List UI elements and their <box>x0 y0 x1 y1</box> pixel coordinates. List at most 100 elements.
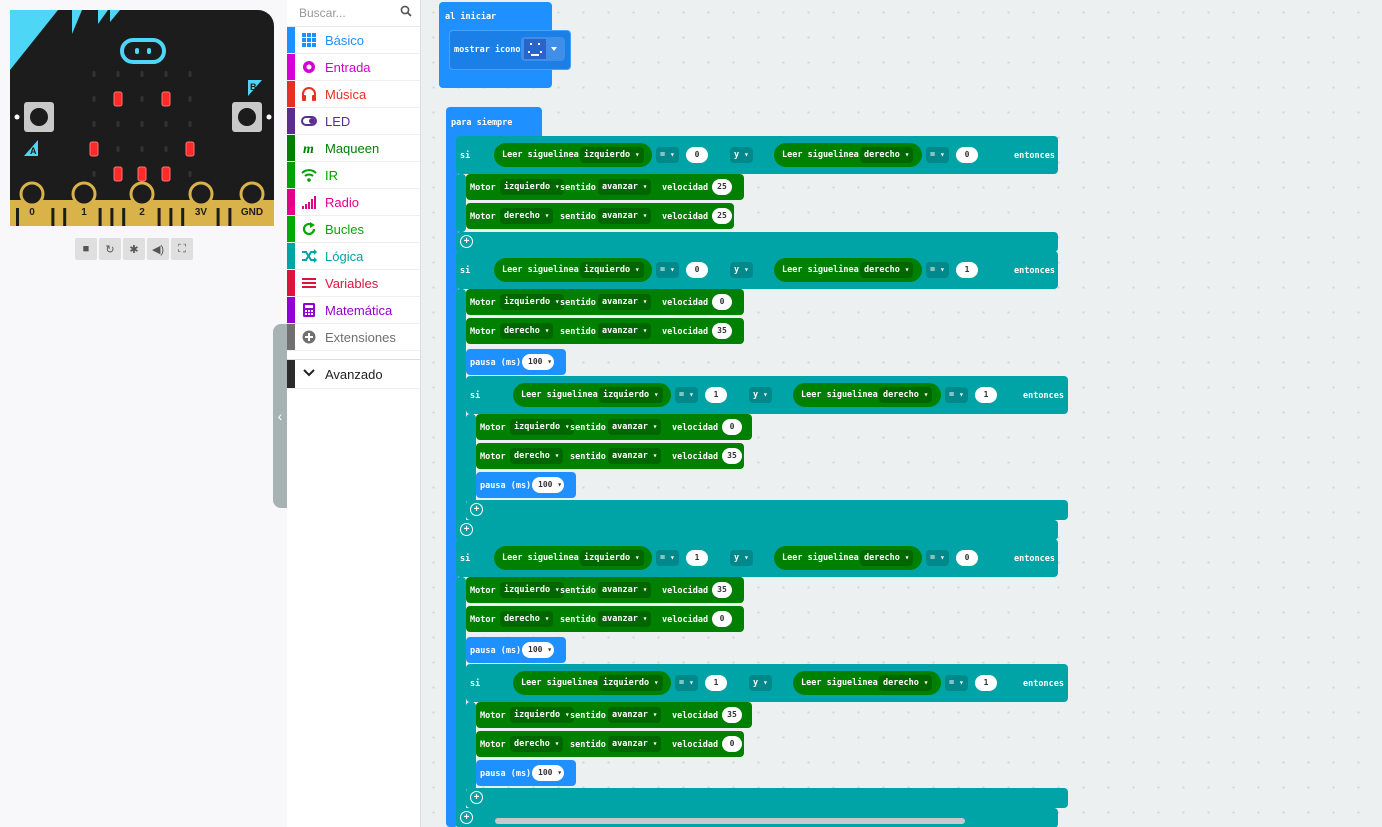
direction-dropdown[interactable]: avanzar <box>608 707 662 723</box>
sensor-side-dropdown[interactable]: izquierdo <box>580 262 644 278</box>
category-basico[interactable]: Básico <box>287 27 420 54</box>
search-input[interactable] <box>297 0 401 26</box>
add-else-icon[interactable]: + <box>470 503 483 516</box>
number-input[interactable]: 0 <box>956 147 978 163</box>
add-else-icon[interactable]: + <box>460 235 473 248</box>
sensor-side-dropdown[interactable]: derecho <box>879 387 933 403</box>
category-ir[interactable]: IR <box>287 162 420 189</box>
motor-side-dropdown[interactable]: izquierdo <box>500 294 564 310</box>
category-extensiones[interactable]: Extensiones <box>287 324 420 351</box>
icon-picker-dropdown[interactable] <box>521 37 565 61</box>
sound-icon[interactable]: ◀) <box>147 238 169 260</box>
motor-side-dropdown[interactable]: derecho <box>510 736 564 752</box>
number-input[interactable]: 0 <box>686 262 708 278</box>
and-or-dropdown[interactable]: y <box>749 387 772 403</box>
pin-2-hole[interactable] <box>129 181 155 207</box>
motor-side-dropdown[interactable]: izquierdo <box>510 419 574 435</box>
number-input[interactable]: 0 <box>722 419 742 435</box>
category-logica[interactable]: Lógica <box>287 243 420 270</box>
operator-dropdown[interactable]: = <box>656 550 679 566</box>
number-input[interactable]: 1 <box>686 550 708 566</box>
operator-dropdown[interactable]: = <box>656 262 679 278</box>
number-input[interactable]: 35 <box>722 707 742 723</box>
direction-dropdown[interactable]: avanzar <box>598 208 652 224</box>
number-input[interactable]: 25 <box>712 208 732 224</box>
number-input[interactable]: 35 <box>712 582 732 598</box>
number-input[interactable]: 100 ▾ <box>522 642 554 658</box>
restart-icon[interactable]: ↻ <box>99 238 121 260</box>
category-advanced[interactable]: Avanzado <box>287 359 420 389</box>
blocks-workspace[interactable]: al iniciar mostrar icono para siempre si Lee… <box>421 0 1382 827</box>
sensor-side-dropdown[interactable]: derecho <box>860 550 914 566</box>
and-or-dropdown[interactable]: y <box>730 550 753 566</box>
number-input[interactable]: 1 <box>975 675 997 691</box>
number-input[interactable]: 0 <box>956 550 978 566</box>
sensor-side-dropdown[interactable]: derecho <box>879 675 933 691</box>
operator-dropdown[interactable]: = <box>945 387 968 403</box>
motor-side-dropdown[interactable]: izquierdo <box>500 179 564 195</box>
and-or-dropdown[interactable]: y <box>730 147 753 163</box>
stop-icon[interactable]: ■ <box>75 238 97 260</box>
horizontal-scrollbar[interactable] <box>495 818 965 824</box>
category-musica[interactable]: Música <box>287 81 420 108</box>
category-entrada[interactable]: Entrada <box>287 54 420 81</box>
pin-0-hole[interactable] <box>19 181 45 207</box>
motor-side-dropdown[interactable]: derecho <box>500 611 554 627</box>
microbit-board[interactable]: A B 0 1 2 3V GND <box>10 10 274 226</box>
sensor-side-dropdown[interactable]: derecho <box>860 147 914 163</box>
sensor-side-dropdown[interactable]: derecho <box>860 262 914 278</box>
operator-dropdown[interactable]: = <box>926 262 949 278</box>
category-maqueen[interactable]: m Maqueen <box>287 135 420 162</box>
number-input[interactable]: 1 <box>975 387 997 403</box>
direction-dropdown[interactable]: avanzar <box>598 323 652 339</box>
fullscreen-icon[interactable]: ⛶ <box>171 238 193 260</box>
number-input[interactable]: 100 ▾ <box>532 477 564 493</box>
motor-side-dropdown[interactable]: derecho <box>500 208 554 224</box>
motor-side-dropdown[interactable]: derecho <box>510 448 564 464</box>
number-input[interactable]: 0 <box>722 736 742 752</box>
pin-4-hole[interactable] <box>239 181 265 207</box>
pin-3-hole[interactable] <box>188 181 214 207</box>
collapse-simulator-button[interactable]: ‹ <box>273 324 287 508</box>
and-or-dropdown[interactable]: y <box>730 262 753 278</box>
operator-dropdown[interactable]: = <box>926 147 949 163</box>
number-input[interactable]: 0 <box>712 611 732 627</box>
number-input[interactable]: 1 <box>705 387 727 403</box>
operator-dropdown[interactable]: = <box>926 550 949 566</box>
search-icon[interactable] <box>400 5 412 17</box>
category-matematica[interactable]: Matemática <box>287 297 420 324</box>
direction-dropdown[interactable]: avanzar <box>608 448 662 464</box>
category-bucles[interactable]: Bucles <box>287 216 420 243</box>
motor-side-dropdown[interactable]: izquierdo <box>500 582 564 598</box>
direction-dropdown[interactable]: avanzar <box>598 294 652 310</box>
number-input[interactable]: 35 <box>722 448 742 464</box>
category-radio[interactable]: Radio <box>287 189 420 216</box>
direction-dropdown[interactable]: avanzar <box>598 179 652 195</box>
number-input[interactable]: 35 <box>712 323 732 339</box>
debug-icon[interactable]: ✱ <box>123 238 145 260</box>
sensor-side-dropdown[interactable]: izquierdo <box>580 147 644 163</box>
category-variables[interactable]: Variables <box>287 270 420 297</box>
add-else-icon[interactable]: + <box>470 791 483 804</box>
motor-side-dropdown[interactable]: derecho <box>500 323 554 339</box>
operator-dropdown[interactable]: = <box>656 147 679 163</box>
sensor-side-dropdown[interactable]: izquierdo <box>599 675 663 691</box>
pin-1-hole[interactable] <box>71 181 97 207</box>
motor-side-dropdown[interactable]: izquierdo <box>510 707 574 723</box>
sensor-side-dropdown[interactable]: izquierdo <box>599 387 663 403</box>
number-input[interactable]: 0 <box>686 147 708 163</box>
number-input[interactable]: 0 <box>712 294 732 310</box>
number-input[interactable]: 100 ▾ <box>532 765 564 781</box>
number-input[interactable]: 100 ▾ <box>522 354 554 370</box>
add-else-icon[interactable]: + <box>460 523 473 536</box>
operator-dropdown[interactable]: = <box>945 675 968 691</box>
operator-dropdown[interactable]: = <box>675 675 698 691</box>
number-input[interactable]: 1 <box>956 262 978 278</box>
and-or-dropdown[interactable]: y <box>749 675 772 691</box>
operator-dropdown[interactable]: = <box>675 387 698 403</box>
direction-dropdown[interactable]: avanzar <box>598 582 652 598</box>
add-else-icon[interactable]: + <box>460 811 473 824</box>
category-led[interactable]: LED <box>287 108 420 135</box>
number-input[interactable]: 25 <box>712 179 732 195</box>
direction-dropdown[interactable]: avanzar <box>608 736 662 752</box>
